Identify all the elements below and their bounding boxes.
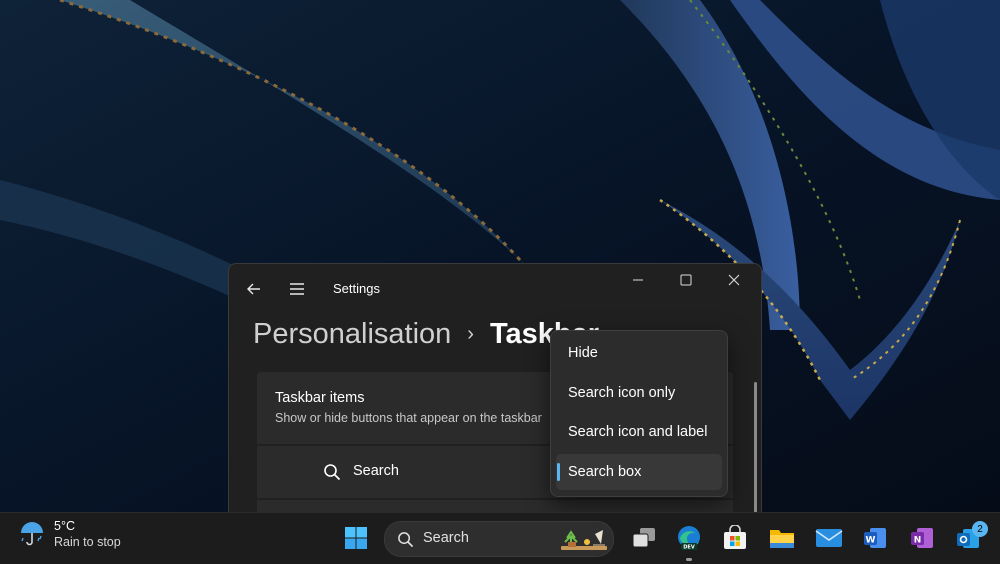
card-subtitle: Show or hide buttons that appear on the … bbox=[275, 411, 542, 425]
search-highlight-illustration-icon bbox=[561, 530, 607, 550]
onenote-icon: N bbox=[911, 528, 933, 548]
close-icon bbox=[728, 274, 740, 286]
svg-text:DEV: DEV bbox=[683, 545, 695, 551]
back-arrow-icon bbox=[247, 283, 260, 295]
weather-widget[interactable]: 5°C Rain to stop bbox=[18, 519, 121, 549]
start-button[interactable] bbox=[340, 522, 372, 554]
start-icon bbox=[345, 527, 367, 549]
menu-item-label: Search icon and label bbox=[568, 424, 708, 440]
menu-item-search-icon-only[interactable]: Search icon only bbox=[556, 375, 722, 411]
mail-icon bbox=[815, 529, 843, 547]
close-button[interactable] bbox=[711, 264, 757, 296]
nav-menu-button[interactable] bbox=[282, 274, 312, 304]
file-explorer-button[interactable] bbox=[766, 522, 798, 554]
search-row-label: Search bbox=[353, 463, 399, 479]
scrollbar[interactable] bbox=[754, 382, 757, 513]
breadcrumb-personalisation[interactable]: Personalisation bbox=[253, 318, 451, 351]
hamburger-icon bbox=[290, 283, 304, 295]
search-icon bbox=[398, 532, 414, 548]
task-view-icon bbox=[632, 528, 655, 548]
weather-temperature: 5°C bbox=[54, 519, 75, 533]
window-title: Settings bbox=[333, 281, 380, 296]
svg-text:N: N bbox=[914, 536, 922, 546]
store-icon bbox=[724, 525, 746, 549]
title-bar: Settings bbox=[229, 264, 761, 312]
word-icon: W bbox=[864, 528, 886, 548]
edge-dev-button[interactable]: DEV bbox=[673, 522, 705, 554]
taskbar: 5°C Rain to stop Search DEV W N 2 bbox=[0, 512, 1000, 564]
search-mode-menu: Hide Search icon only Search icon and la… bbox=[550, 330, 728, 497]
menu-item-label: Search icon only bbox=[568, 385, 676, 401]
card-title: Taskbar items bbox=[275, 390, 365, 406]
menu-item-label: Search box bbox=[568, 464, 642, 480]
svg-text:W: W bbox=[866, 536, 876, 546]
selection-indicator bbox=[557, 463, 560, 481]
taskbar-search-box[interactable]: Search bbox=[384, 521, 614, 557]
mail-button[interactable] bbox=[813, 522, 845, 554]
back-button[interactable] bbox=[239, 274, 269, 304]
running-indicator bbox=[686, 558, 692, 561]
menu-item-label: Hide bbox=[568, 345, 598, 361]
maximize-icon bbox=[680, 274, 692, 286]
maximize-button[interactable] bbox=[663, 264, 709, 296]
store-button[interactable] bbox=[719, 522, 751, 554]
breadcrumb-separator: › bbox=[467, 322, 474, 345]
umbrella-icon bbox=[21, 522, 43, 546]
task-view-button[interactable] bbox=[628, 522, 660, 554]
menu-item-search-box[interactable]: Search box bbox=[556, 454, 722, 490]
menu-item-search-icon-and-label[interactable]: Search icon and label bbox=[556, 414, 722, 450]
notification-badge: 2 bbox=[972, 521, 988, 537]
taskbar-search-label: Search bbox=[423, 530, 469, 546]
onenote-button[interactable]: N bbox=[906, 522, 938, 554]
file-explorer-icon bbox=[770, 530, 794, 548]
weather-description: Rain to stop bbox=[54, 535, 121, 549]
edge-dev-icon: DEV bbox=[678, 526, 700, 551]
menu-item-hide[interactable]: Hide bbox=[556, 335, 722, 371]
minimize-icon bbox=[633, 279, 643, 281]
breadcrumb: Personalisation › Taskbar bbox=[253, 314, 599, 354]
search-icon bbox=[324, 464, 341, 481]
minimize-button[interactable] bbox=[615, 264, 661, 296]
word-button[interactable]: W bbox=[859, 522, 891, 554]
